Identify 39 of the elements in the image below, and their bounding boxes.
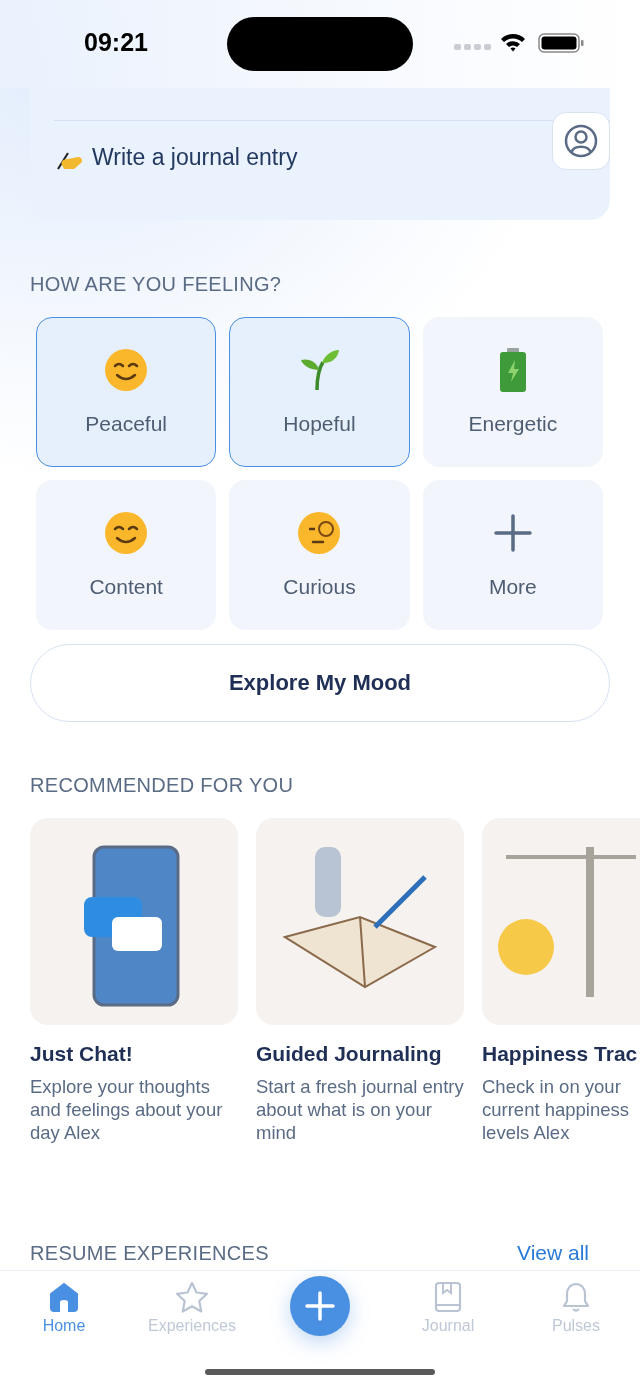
bell-icon [561,1281,591,1313]
add-button[interactable] [290,1276,350,1336]
profile-button[interactable] [552,112,610,170]
battery-icon [538,33,584,53]
view-all-link[interactable]: View all [517,1241,589,1265]
battery-full-icon [497,348,528,392]
signal-icon [454,43,492,51]
card-description: Start a fresh journal entry about what is on your mind [256,1075,464,1144]
book-icon [434,1281,462,1313]
mood-tile[interactable]: Peaceful [36,317,217,467]
plus-icon [493,511,532,555]
plus-icon [305,1291,335,1321]
card-description: Check in on your current happiness levels Alex [482,1075,631,1144]
face-icon [104,511,149,555]
journal-entry-action[interactable]: Write a journal entry [54,144,298,171]
section-heading: RECOMMENDED FOR YOU [30,773,295,797]
illustration-placeholder[interactable] [482,818,640,1025]
card-title: Guided Journaling [256,1042,443,1066]
mood-tile[interactable]: More [422,480,603,630]
face-icon [104,348,149,392]
card-title: Happiness Trac [482,1042,638,1066]
profile-icon [564,124,598,158]
card-title: Just Chat! [30,1042,134,1066]
wifi-icon [500,32,526,52]
explore-mood-button[interactable]: Explore My Mood [30,644,610,722]
mood-tile[interactable]: Curious [229,480,410,630]
tab-item[interactable]: Home [42,1271,86,1335]
status-time: 09:21 [84,28,148,57]
home-icon [48,1281,80,1313]
card-description: Explore your thoughts and feelings about your day Alex [30,1075,224,1144]
illustration-placeholder[interactable] [256,818,464,1025]
illustration-placeholder[interactable] [30,818,238,1025]
mood-tile[interactable]: Hopeful [229,317,410,467]
section-heading: HOW ARE YOU FEELING? [30,272,283,296]
mood-tile[interactable]: Content [36,480,217,630]
mood-tile[interactable]: Energetic [422,317,603,467]
face-icon [297,511,342,555]
star-icon [175,1281,209,1313]
section-heading: RESUME EXPERIENCES [30,1241,269,1265]
